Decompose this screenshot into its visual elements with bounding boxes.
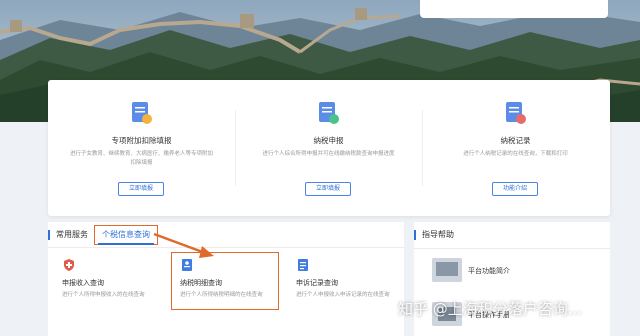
feature-desc: 进行子女教育、继续教育、大病医疗、赡养老人等专项附加扣除填报 <box>70 151 214 166</box>
service-title: 纳税明细查询 <box>180 279 222 287</box>
feature-title: 专项附加扣除填报 <box>111 136 172 145</box>
services-header: 常用服务 个税信息查询 <box>48 222 404 248</box>
feature-tax-declare: 纳税申报 进行个人综合所得申报并可在线缴纳税款查询申报进度 立即填报 <box>235 80 422 216</box>
top-right-panel <box>420 0 608 18</box>
feature-title: 纳税记录 <box>500 136 531 145</box>
service-desc: 进行个人所得申报收入的在线查询 <box>62 292 145 298</box>
appeal-doc-icon <box>298 259 308 271</box>
tab-tax-info-query[interactable]: 个税信息查询 <box>94 225 158 245</box>
shield-icon <box>64 259 74 271</box>
service-desc: 进行个人申报收入申诉记录的在线查询 <box>296 292 390 298</box>
service-appeal-record-query[interactable]: 申诉记录查询 进行个人申报收入申诉记录的在线查询 <box>288 252 400 312</box>
feature-special-deduction: 专项附加扣除填报 进行子女教育、继续教育、大病医疗、赡养老人等专项附加扣除填报 … <box>48 80 235 216</box>
guide-item-label: 平台功能简介 <box>468 267 510 275</box>
tax-declare-icon <box>319 102 339 124</box>
section-marker <box>414 230 416 240</box>
document-edit-icon <box>132 102 152 124</box>
tab-active-underline <box>98 243 154 245</box>
guide-item-intro[interactable]: 平台功能简介 <box>432 258 608 284</box>
tax-record-intro-button[interactable]: 功能介绍 <box>492 182 538 196</box>
feature-desc: 进行个人综合所得申报并可在线缴纳税款查询申报进度 <box>262 151 395 157</box>
service-title: 申诉记录查询 <box>296 279 338 287</box>
watermark-text: 知乎 @上海积分落户咨询... <box>398 300 583 318</box>
feature-desc: 进行个人纳税记录的在线查询，下载和打印 <box>463 151 568 157</box>
feature-tax-record: 纳税记录 进行个人纳税记录的在线查询，下载和打印 功能介绍 <box>422 80 609 216</box>
tax-declare-fill-button[interactable]: 立即填报 <box>305 182 351 196</box>
common-services-panel: 常用服务 个税信息查询 申报收入查询 进行个人所得申报收入的在线查询 纳税明细查… <box>48 222 404 336</box>
guide-title: 指导帮助 <box>422 230 454 239</box>
annotation-arrow-icon <box>153 232 214 258</box>
tax-record-icon <box>506 102 526 124</box>
feature-title: 纳税申报 <box>313 136 344 145</box>
feature-card: 专项附加扣除填报 进行子女教育、继续教育、大病医疗、赡养老人等专项附加扣除填报 … <box>48 80 610 216</box>
screen-thumbnail-icon <box>432 258 462 282</box>
service-desc: 进行个人所得纳税明细的在线查询 <box>180 292 263 298</box>
special-deduction-fill-button[interactable]: 立即填报 <box>118 182 164 196</box>
page: 专项附加扣除填报 进行子女教育、继续教育、大病医疗、赡养老人等专项附加扣除填报 … <box>0 0 640 336</box>
service-title: 申报收入查询 <box>62 279 104 287</box>
services-title: 常用服务 <box>56 230 88 239</box>
section-marker <box>48 230 50 240</box>
guide-thumbnail <box>432 258 462 282</box>
divider <box>414 248 610 249</box>
